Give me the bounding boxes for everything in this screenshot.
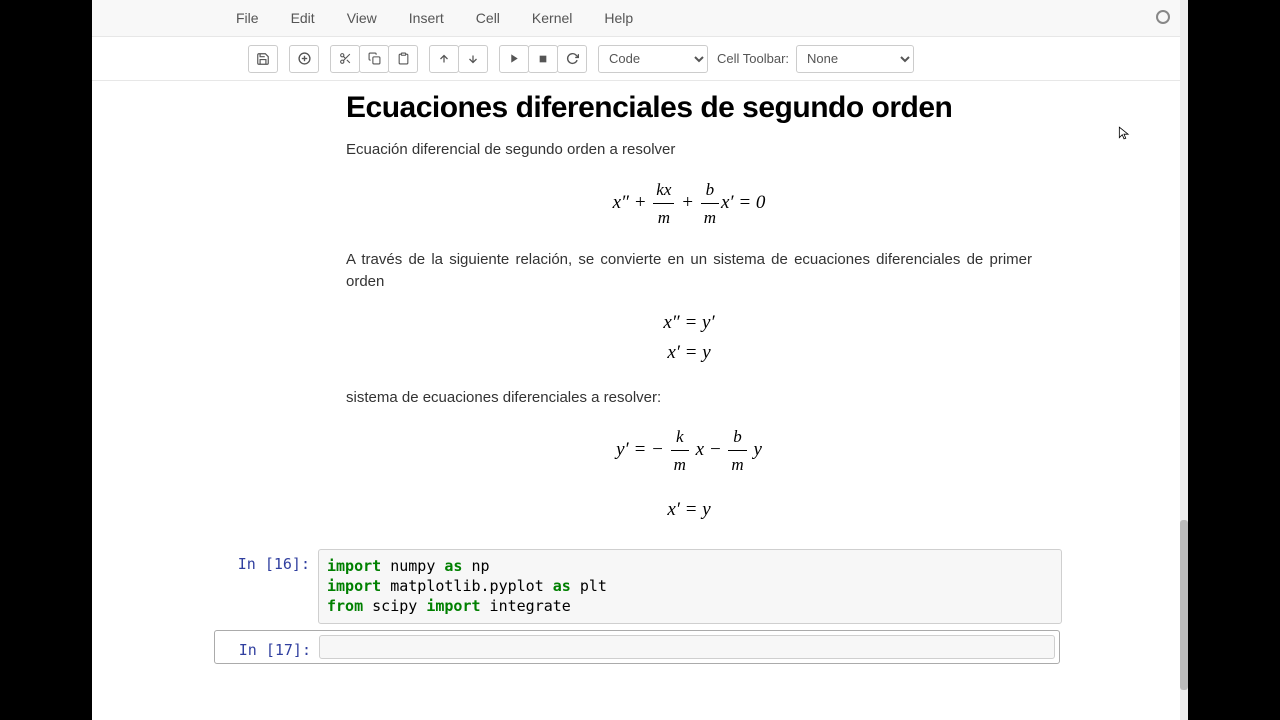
refresh-icon bbox=[566, 52, 579, 65]
arrow-down-icon bbox=[467, 53, 479, 65]
md-paragraph: sistema de ecuaciones diferenciales a re… bbox=[346, 387, 1032, 410]
menu-kernel[interactable]: Kernel bbox=[516, 2, 588, 34]
cell-type-select[interactable]: Code bbox=[598, 45, 708, 73]
run-button[interactable] bbox=[499, 45, 529, 73]
vertical-scrollbar[interactable] bbox=[1180, 0, 1188, 720]
math-equation-1: x″ + kxm + bmx′ = 0 bbox=[346, 176, 1032, 231]
restart-button[interactable] bbox=[557, 45, 587, 73]
copy-button[interactable] bbox=[359, 45, 389, 73]
math-equation-3: y′ = − km x − bm y x′ = y bbox=[346, 423, 1032, 525]
kernel-idle-icon bbox=[1156, 10, 1170, 24]
menu-view[interactable]: View bbox=[331, 2, 393, 34]
code-cell-17[interactable]: In [17]: bbox=[214, 630, 1060, 664]
mouse-cursor-icon bbox=[1117, 123, 1131, 143]
copy-icon bbox=[368, 52, 381, 65]
code-input[interactable]: import numpy as np import matplotlib.pyp… bbox=[318, 549, 1062, 624]
cell-toolbar-label: Cell Toolbar: bbox=[717, 51, 789, 66]
stop-button[interactable] bbox=[528, 45, 558, 73]
stop-icon bbox=[538, 54, 548, 64]
menu-bar: File Edit View Insert Cell Kernel Help bbox=[92, 0, 1188, 37]
move-down-button[interactable] bbox=[458, 45, 488, 73]
cut-button[interactable] bbox=[330, 45, 360, 73]
save-icon bbox=[256, 52, 270, 66]
plus-icon bbox=[298, 52, 311, 65]
math-equation-2: x″ = y′ x′ = y bbox=[346, 308, 1032, 369]
menu-file[interactable]: File bbox=[220, 2, 275, 34]
cell-toolbar-select[interactable]: None bbox=[796, 45, 914, 73]
menu-cell[interactable]: Cell bbox=[460, 2, 516, 34]
play-icon bbox=[509, 53, 520, 64]
md-paragraph: Ecuación diferencial de segundo orden a … bbox=[346, 139, 1032, 162]
menu-edit[interactable]: Edit bbox=[275, 2, 331, 34]
menu-insert[interactable]: Insert bbox=[393, 2, 460, 34]
cut-icon bbox=[339, 52, 352, 65]
md-paragraph: A través de la siguiente relación, se co… bbox=[346, 249, 1032, 294]
page-title: Ecuaciones diferenciales de segundo orde… bbox=[346, 91, 1032, 125]
move-up-button[interactable] bbox=[429, 45, 459, 73]
add-cell-button[interactable] bbox=[289, 45, 319, 73]
menu-help[interactable]: Help bbox=[588, 2, 649, 34]
arrow-up-icon bbox=[438, 53, 450, 65]
code-input[interactable] bbox=[319, 635, 1055, 659]
toolbar: Code Cell Toolbar: None bbox=[92, 37, 1188, 81]
save-button[interactable] bbox=[248, 45, 278, 73]
paste-icon bbox=[397, 52, 410, 65]
scrollbar-thumb[interactable] bbox=[1180, 520, 1188, 690]
code-cell-16[interactable]: In [16]: import numpy as np import matpl… bbox=[218, 549, 1062, 624]
markdown-cell[interactable]: Ecuaciones diferenciales de segundo orde… bbox=[100, 87, 1180, 547]
paste-button[interactable] bbox=[388, 45, 418, 73]
input-prompt: In [17]: bbox=[219, 635, 319, 659]
input-prompt: In [16]: bbox=[218, 549, 318, 624]
notebook-container[interactable]: Ecuaciones diferenciales de segundo orde… bbox=[92, 81, 1188, 720]
